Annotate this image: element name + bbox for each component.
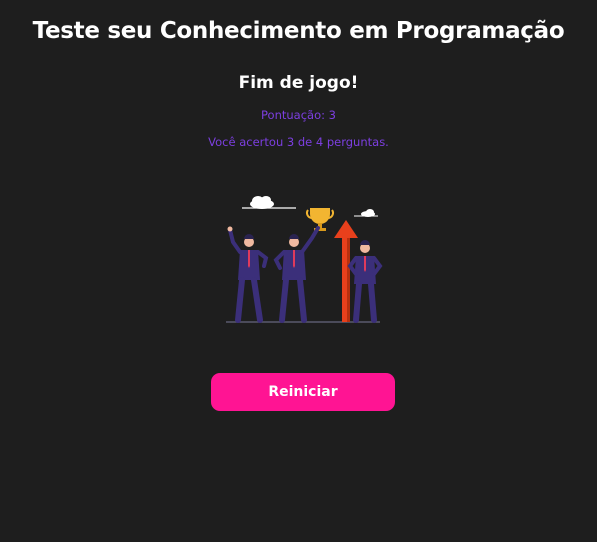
- game-over-heading: Fim de jogo!: [238, 73, 359, 93]
- score-text: Pontuação: 3: [261, 108, 336, 122]
- quiz-page: Teste seu Conhecimento em Programação Fi…: [0, 0, 597, 542]
- restart-button[interactable]: Reiniciar: [211, 373, 395, 411]
- person-left-icon: [227, 226, 269, 323]
- summary-text: Você acertou 3 de 4 perguntas.: [208, 135, 389, 149]
- cloud-right-icon: [354, 209, 378, 217]
- cloud-left-icon: [242, 196, 296, 209]
- result-panel: Fim de jogo! Pontuação: 3 Você acertou 3…: [0, 72, 597, 149]
- trophy-icon: [306, 208, 334, 231]
- person-middle-icon: [273, 226, 320, 323]
- person-right-icon: [347, 240, 383, 323]
- page-title: Teste seu Conhecimento em Programação: [32, 18, 565, 44]
- winners-trophy-illustration: [226, 196, 383, 323]
